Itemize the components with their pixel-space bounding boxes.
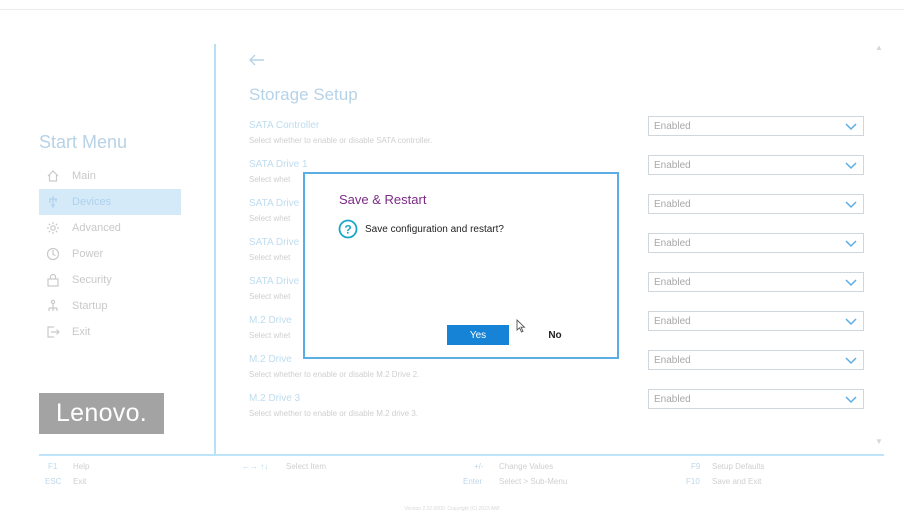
footer-label-sub-menu: Select > Sub-Menu <box>499 477 568 486</box>
setting-select[interactable]: Enabled <box>648 350 864 370</box>
footer-label-setup-defaults: Setup Defaults <box>712 462 765 471</box>
setting-desc: Select whether to enable or disable SATA… <box>249 136 433 145</box>
select-value: Enabled <box>654 121 691 132</box>
select-value: Enabled <box>654 355 691 366</box>
sidebar-item-security[interactable]: Security <box>39 267 181 293</box>
setting-select[interactable]: Enabled <box>648 233 864 253</box>
svg-text:?: ? <box>344 222 351 236</box>
setting-m2-drive-3: M.2 Drive 3 Select whether to enable or … <box>249 389 869 427</box>
footer-key-f10: F10 <box>686 477 700 486</box>
sidebar-item-exit[interactable]: Exit <box>39 319 181 345</box>
setting-name: SATA Drive <box>249 198 300 209</box>
sidebar-title: Start Menu <box>39 132 128 152</box>
select-value: Enabled <box>654 316 691 327</box>
setting-name: SATA Controller <box>249 120 320 131</box>
exit-icon <box>44 323 62 341</box>
footer-key-esc: ESC <box>45 477 62 486</box>
sidebar-item-label: Advanced <box>72 222 121 234</box>
sidebar-item-power[interactable]: Power <box>39 241 181 267</box>
power-icon <box>44 245 62 263</box>
sidebar-divider <box>214 44 216 456</box>
save-restart-dialog: Save & Restart ? Save configuration and … <box>303 172 619 359</box>
footer-separator <box>39 454 884 456</box>
footer-key-plusminus: +/- <box>474 462 484 471</box>
version-text: Version 2.22.0000. Copyright (C) 2023 AM… <box>404 506 500 512</box>
setting-desc: Select whet <box>249 292 291 301</box>
setting-select[interactable]: Enabled <box>648 389 864 409</box>
chevron-down-icon <box>845 396 857 404</box>
setting-desc: Select whether to enable or disable M.2 … <box>249 409 418 418</box>
sidebar-item-label: Devices <box>72 196 112 208</box>
select-value: Enabled <box>654 160 691 171</box>
sidebar-item-devices[interactable]: Devices <box>39 189 181 215</box>
gear-icon <box>44 219 62 237</box>
setting-name: SATA Drive <box>249 276 300 287</box>
startup-icon <box>44 297 62 315</box>
setting-desc: Select whet <box>249 175 291 184</box>
chevron-down-icon <box>845 123 857 131</box>
chevron-down-icon <box>845 162 857 170</box>
setting-desc: Select whet <box>249 253 291 262</box>
chevron-down-icon <box>845 357 857 365</box>
footer-label-exit: Exit <box>73 477 87 486</box>
sidebar-item-startup[interactable]: Startup <box>39 293 181 319</box>
select-value: Enabled <box>654 199 691 210</box>
select-value: Enabled <box>654 238 691 249</box>
help-circle-icon: ? <box>338 219 358 239</box>
setting-select[interactable]: Enabled <box>648 155 864 175</box>
footer-key-arrows: ←→ ↑↓ <box>242 462 269 471</box>
logo-text: Lenovo. <box>55 399 148 427</box>
setting-select[interactable]: Enabled <box>648 272 864 292</box>
chevron-down-icon <box>845 318 857 326</box>
footer-key-f1: F1 <box>48 462 58 471</box>
dialog-message: Save configuration and restart? <box>365 224 504 235</box>
no-button[interactable]: No <box>540 325 570 345</box>
setting-name: SATA Drive <box>249 237 300 248</box>
setting-desc: Select whether to enable or disable M.2 … <box>249 370 420 379</box>
select-value: Enabled <box>654 277 691 288</box>
lock-icon <box>44 271 62 289</box>
lenovo-logo: Lenovo. <box>39 393 164 434</box>
sidebar-item-label: Main <box>72 170 96 182</box>
setting-name: M.2 Drive <box>249 315 292 326</box>
sidebar-item-label: Exit <box>72 326 91 338</box>
yes-button[interactable]: Yes <box>447 325 509 345</box>
setting-m2-drive-2: M.2 Drive Select whether to enable or di… <box>249 350 869 388</box>
chevron-down-icon <box>845 279 857 287</box>
sidebar: Start Menu Main Devices Advanced Power S… <box>0 0 214 456</box>
scroll-up-icon[interactable]: ▲ <box>875 43 883 52</box>
setting-sata-controller: SATA Controller Select whether to enable… <box>249 116 869 154</box>
chevron-down-icon <box>845 201 857 209</box>
footer-label-change-values: Change Values <box>499 462 554 471</box>
setting-desc: Select whet <box>249 331 291 340</box>
select-value: Enabled <box>654 394 691 405</box>
footer-label-save-exit: Save and Exit <box>712 477 762 486</box>
devices-icon <box>44 193 62 211</box>
sidebar-item-label: Security <box>72 274 112 286</box>
setting-select[interactable]: Enabled <box>648 116 864 136</box>
home-icon <box>44 167 62 185</box>
page-title: Storage Setup <box>249 85 358 104</box>
footer-label-select-item: Select Item <box>286 462 327 471</box>
chevron-down-icon <box>845 240 857 248</box>
setting-name: M.2 Drive 3 <box>249 393 301 404</box>
setting-name: SATA Drive 1 <box>249 159 308 170</box>
mouse-cursor-icon <box>516 319 526 333</box>
sidebar-item-label: Startup <box>72 300 108 312</box>
setting-select[interactable]: Enabled <box>648 194 864 214</box>
sidebar-item-advanced[interactable]: Advanced <box>39 215 181 241</box>
back-arrow-icon[interactable] <box>248 52 266 68</box>
setting-desc: Select whet <box>249 214 291 223</box>
sidebar-nav: Main Devices Advanced Power Security Sta… <box>39 163 181 345</box>
sidebar-item-label: Power <box>72 248 104 260</box>
sidebar-item-main[interactable]: Main <box>39 163 181 189</box>
footer-key-f9: F9 <box>691 462 701 471</box>
footer-label-help: Help <box>73 462 90 471</box>
setting-name: M.2 Drive <box>249 354 292 365</box>
footer-key-enter: Enter <box>463 477 483 486</box>
setting-select[interactable]: Enabled <box>648 311 864 331</box>
scroll-down-icon[interactable]: ▼ <box>875 437 883 446</box>
dialog-title: Save & Restart <box>339 192 427 207</box>
